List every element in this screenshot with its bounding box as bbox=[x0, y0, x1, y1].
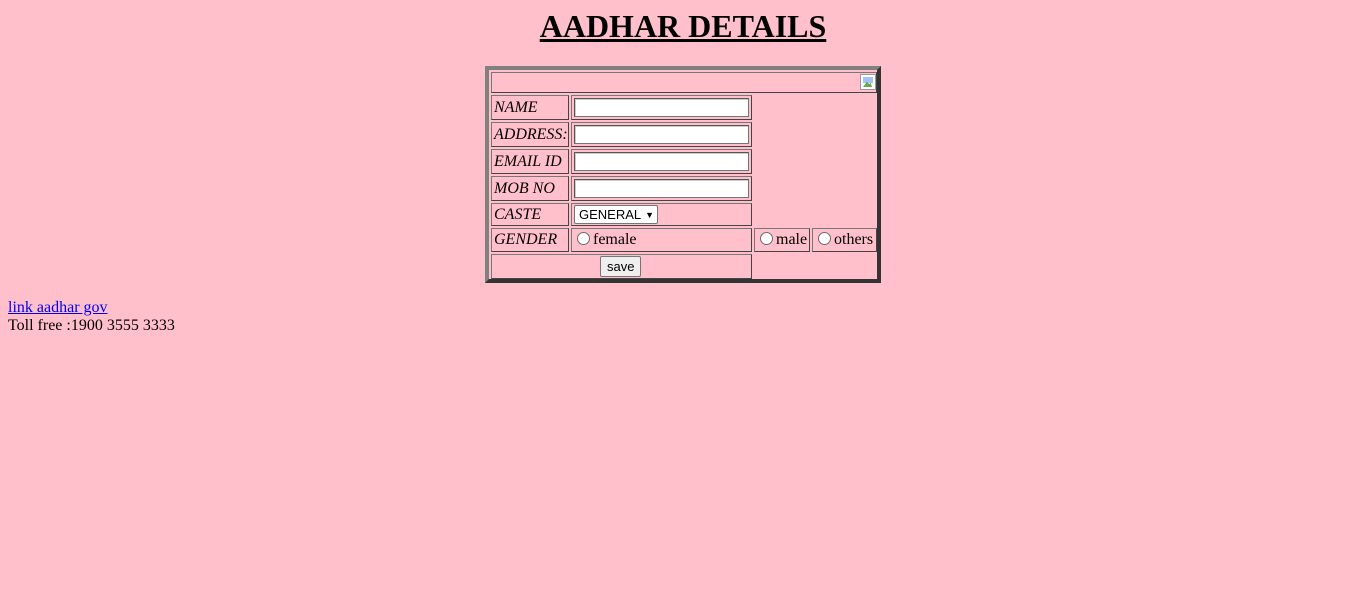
save-button[interactable]: save bbox=[600, 256, 642, 277]
radio-male[interactable] bbox=[760, 232, 773, 245]
email-input[interactable] bbox=[574, 152, 749, 171]
caste-select[interactable]: GENERAL ▼ bbox=[574, 205, 659, 224]
gender-option-female-label: female bbox=[593, 231, 637, 248]
mobile-input-cell bbox=[571, 176, 752, 201]
radio-others[interactable] bbox=[818, 232, 831, 245]
gender-option-others[interactable]: others bbox=[812, 228, 877, 252]
name-input-cell bbox=[571, 95, 752, 120]
broken-image-icon bbox=[860, 74, 876, 90]
address-input-cell bbox=[571, 122, 752, 147]
header-image-cell bbox=[491, 72, 877, 93]
gender-option-others-label: others bbox=[834, 231, 874, 248]
link-aadhar-gov[interactable]: link aadhar gov bbox=[8, 298, 108, 318]
email-label: EMAIL ID bbox=[491, 149, 569, 174]
name-label: NAME bbox=[491, 95, 569, 120]
aadhar-form-table: NAME ADDRESS: EMAIL ID MOB NO CASTE GENE… bbox=[485, 66, 881, 283]
caste-label: CASTE bbox=[491, 203, 569, 226]
gender-label: GENDER bbox=[491, 228, 569, 252]
radio-female[interactable] bbox=[577, 232, 590, 245]
page-title: AADHAR DETAILS bbox=[539, 8, 827, 44]
save-button-cell: save bbox=[491, 254, 752, 279]
gender-option-male[interactable]: male bbox=[754, 228, 810, 252]
email-input-cell bbox=[571, 149, 752, 174]
address-label: ADDRESS: bbox=[491, 122, 569, 147]
caste-select-cell: GENERAL ▼ bbox=[571, 203, 752, 226]
toll-free-text: Toll free :1900 3555 3333 bbox=[8, 317, 175, 334]
mobile-label: MOB NO bbox=[491, 176, 569, 201]
mobile-input[interactable] bbox=[574, 179, 749, 198]
gender-option-female[interactable]: female bbox=[571, 228, 752, 252]
caste-selected-value: GENERAL bbox=[579, 207, 642, 222]
name-input[interactable] bbox=[574, 98, 749, 117]
address-input[interactable] bbox=[574, 125, 749, 144]
gender-option-male-label: male bbox=[776, 231, 808, 248]
chevron-down-icon: ▼ bbox=[645, 210, 655, 220]
